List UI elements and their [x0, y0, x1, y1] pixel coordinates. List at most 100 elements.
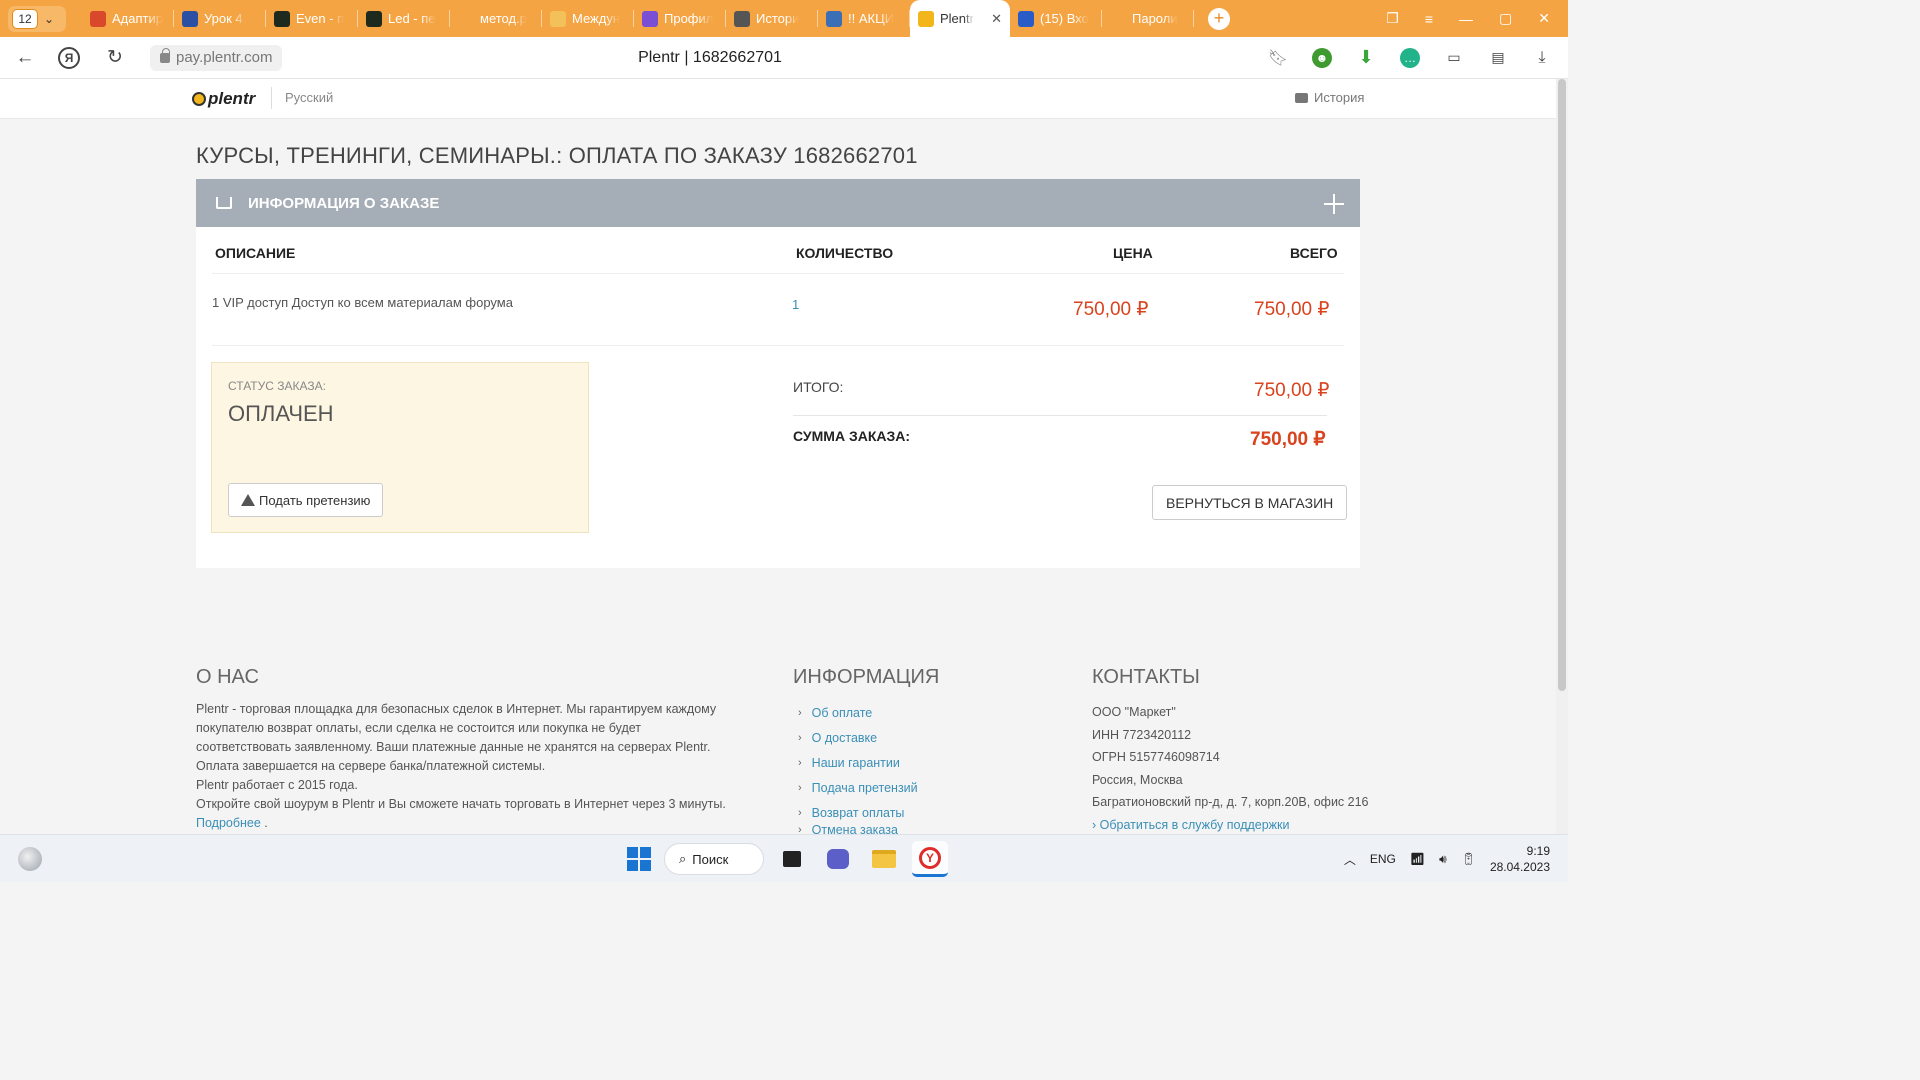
- warning-icon: [241, 494, 255, 506]
- url-field[interactable]: pay.plentr.com: [150, 44, 283, 71]
- page-scrollbar[interactable]: [1556, 79, 1568, 834]
- restore-icon[interactable]: ▢: [1499, 10, 1512, 27]
- browser-tab[interactable]: Междун: [542, 0, 634, 37]
- order-status-box: СТАТУС ЗАКАЗА: ОПЛАЧЕН Подать претензию: [211, 362, 589, 533]
- company-inn: ИНН 7723420112: [1092, 727, 1192, 742]
- browser-tab[interactable]: (15) Вхо: [1010, 0, 1102, 37]
- yandex-icon[interactable]: Я: [58, 46, 80, 69]
- expand-plus-icon[interactable]: [1324, 194, 1344, 214]
- lock-icon: [160, 47, 170, 63]
- about-text: Plentr - торговая площадка для безопасны…: [196, 700, 736, 833]
- back-arrow-icon[interactable]: ←: [14, 47, 36, 69]
- order-info-header[interactable]: ИНФОРМАЦИЯ О ЗАКАЗЕ: [196, 179, 1360, 227]
- clock[interactable]: 9:19 28.04.2023: [1490, 843, 1550, 875]
- support-link[interactable]: › Обратиться в службу поддержки: [1092, 814, 1369, 837]
- browser-tab[interactable]: Led - пе: [358, 0, 450, 37]
- header-divider: [271, 87, 272, 109]
- more-link[interactable]: Подробнее: [196, 816, 261, 830]
- tab-count: 12: [12, 8, 38, 29]
- history-icon: [1295, 92, 1308, 103]
- browser-tab[interactable]: Even - п: [266, 0, 358, 37]
- browser-tab[interactable]: Истори: [726, 0, 818, 37]
- company-address: Багратионовский пр-д, д. 7, корп.20В, оф…: [1092, 795, 1369, 809]
- language-selector[interactable]: Русский: [285, 90, 333, 105]
- yandex-browser-icon[interactable]: Y: [912, 841, 948, 877]
- info-link[interactable]: › О доставке: [798, 725, 918, 750]
- search-icon: ⌕: [679, 851, 687, 866]
- adblock-extension-icon[interactable]: ☻: [1312, 47, 1332, 68]
- chevron-right-icon: ›: [798, 706, 802, 719]
- info-link[interactable]: › Наши гарантии: [798, 750, 918, 775]
- browser-tab[interactable]: Урок 4.: [174, 0, 266, 37]
- info-link[interactable]: › Возврат оплаты: [798, 800, 918, 825]
- tab-favicon-icon: [550, 10, 566, 27]
- tab-title: Адаптир: [112, 11, 163, 26]
- volume-icon[interactable]: 🔊︎: [1439, 852, 1447, 867]
- cart-icon: [216, 197, 232, 209]
- about-since: Plentr работает с 2015 года.: [196, 778, 358, 792]
- info-link[interactable]: › Об оплате: [798, 700, 918, 725]
- return-to-shop-button[interactable]: ВЕРНУТЬСЯ В МАГАЗИН: [1152, 485, 1348, 520]
- bookmark-icon[interactable]: 🔖︎: [1268, 48, 1288, 68]
- taskbar-search-label: Поиск: [692, 851, 729, 867]
- windows-start-icon[interactable]: [624, 844, 654, 874]
- chevron-right-icon: ›: [798, 731, 802, 744]
- download-icon[interactable]: ⤓: [1532, 48, 1552, 68]
- tab-favicon-icon: [182, 10, 198, 27]
- wifi-icon[interactable]: 📶︎: [1410, 852, 1425, 866]
- new-tab-button[interactable]: +: [1208, 7, 1230, 30]
- browser-tab[interactable]: Plentr ✕: [910, 0, 1010, 37]
- plentr-logo[interactable]: plentr: [192, 89, 255, 109]
- tab-favicon-icon: [366, 10, 382, 27]
- reader-icon[interactable]: ▤: [1488, 48, 1508, 68]
- tab-favicon-icon: [734, 10, 750, 27]
- status-badge: ОПЛАЧЕН: [228, 401, 334, 426]
- submit-claim-button[interactable]: Подать претензию: [228, 483, 384, 517]
- order-sum-label: СУММА ЗАКАЗА:: [793, 428, 911, 444]
- close-window-icon[interactable]: ✕: [1538, 10, 1550, 27]
- tab-favicon-icon: [274, 10, 290, 27]
- item-price: 750,00 ₽: [1073, 299, 1149, 320]
- about-description: Plentr - торговая площадка для безопасны…: [196, 702, 717, 773]
- input-language[interactable]: ENG: [1370, 852, 1396, 866]
- widgets-icon[interactable]: [18, 847, 42, 871]
- browser-tab[interactable]: Адаптир: [82, 0, 174, 37]
- browser-tab[interactable]: !! АКЦИ: [818, 0, 910, 37]
- about-showroom: Откройте свой шоурум в Plentr и Вы сможе…: [196, 797, 726, 811]
- info-link-label: О доставке: [811, 730, 878, 745]
- tab-counter-button[interactable]: 12 ⌄: [8, 5, 66, 32]
- file-explorer-icon[interactable]: [866, 841, 902, 877]
- teams-chat-icon[interactable]: [820, 841, 856, 877]
- tab-title: Профил: [664, 11, 714, 26]
- battery-status-icon[interactable]: 🔋︎: [1461, 852, 1476, 866]
- scrollbar-thumb[interactable]: [1558, 79, 1566, 691]
- taskbar-search[interactable]: ⌕ Поиск: [664, 843, 764, 875]
- battery-icon[interactable]: ▭: [1444, 48, 1464, 68]
- status-label: СТАТУС ЗАКАЗА:: [228, 379, 326, 393]
- chat-extension-icon[interactable]: …: [1400, 47, 1420, 68]
- col-quantity: КОЛИЧЕСТВО: [796, 245, 894, 261]
- menu-icon[interactable]: ≡: [1425, 11, 1433, 27]
- browser-tab[interactable]: Пароли: [1102, 0, 1194, 37]
- taskbar-apps: ⌕ Поиск Y: [624, 841, 948, 877]
- history-link[interactable]: История: [1295, 90, 1364, 105]
- reload-icon[interactable]: ↻: [104, 46, 126, 69]
- task-view-icon[interactable]: [774, 841, 810, 877]
- item-description: 1 VIP доступ Доступ ко всем материалам ф…: [212, 295, 513, 310]
- close-tab-icon[interactable]: ✕: [991, 11, 1002, 27]
- chevron-up-icon[interactable]: ︿: [1344, 851, 1356, 868]
- minimize-icon[interactable]: —: [1459, 11, 1473, 27]
- tab-title: Even - п: [296, 11, 345, 26]
- about-title: О НАС: [196, 666, 259, 688]
- tabs-overview-icon[interactable]: ❐: [1386, 10, 1399, 27]
- info-link[interactable]: › Подача претензий: [798, 775, 918, 800]
- col-price: ЦЕНА: [1113, 245, 1153, 261]
- tab-favicon-icon: [918, 10, 934, 27]
- item-quantity: 1: [792, 297, 800, 312]
- tab-title: !! АКЦИ: [848, 11, 895, 26]
- extension-icons: 🔖︎ ☻ ⬇ … ▭ ▤ ⤓: [1268, 47, 1568, 68]
- browser-tab[interactable]: метод.р: [450, 0, 542, 37]
- tab-title: Пароли: [1132, 11, 1178, 26]
- browser-tab[interactable]: Профил: [634, 0, 726, 37]
- download-helper-icon[interactable]: ⬇: [1356, 47, 1376, 68]
